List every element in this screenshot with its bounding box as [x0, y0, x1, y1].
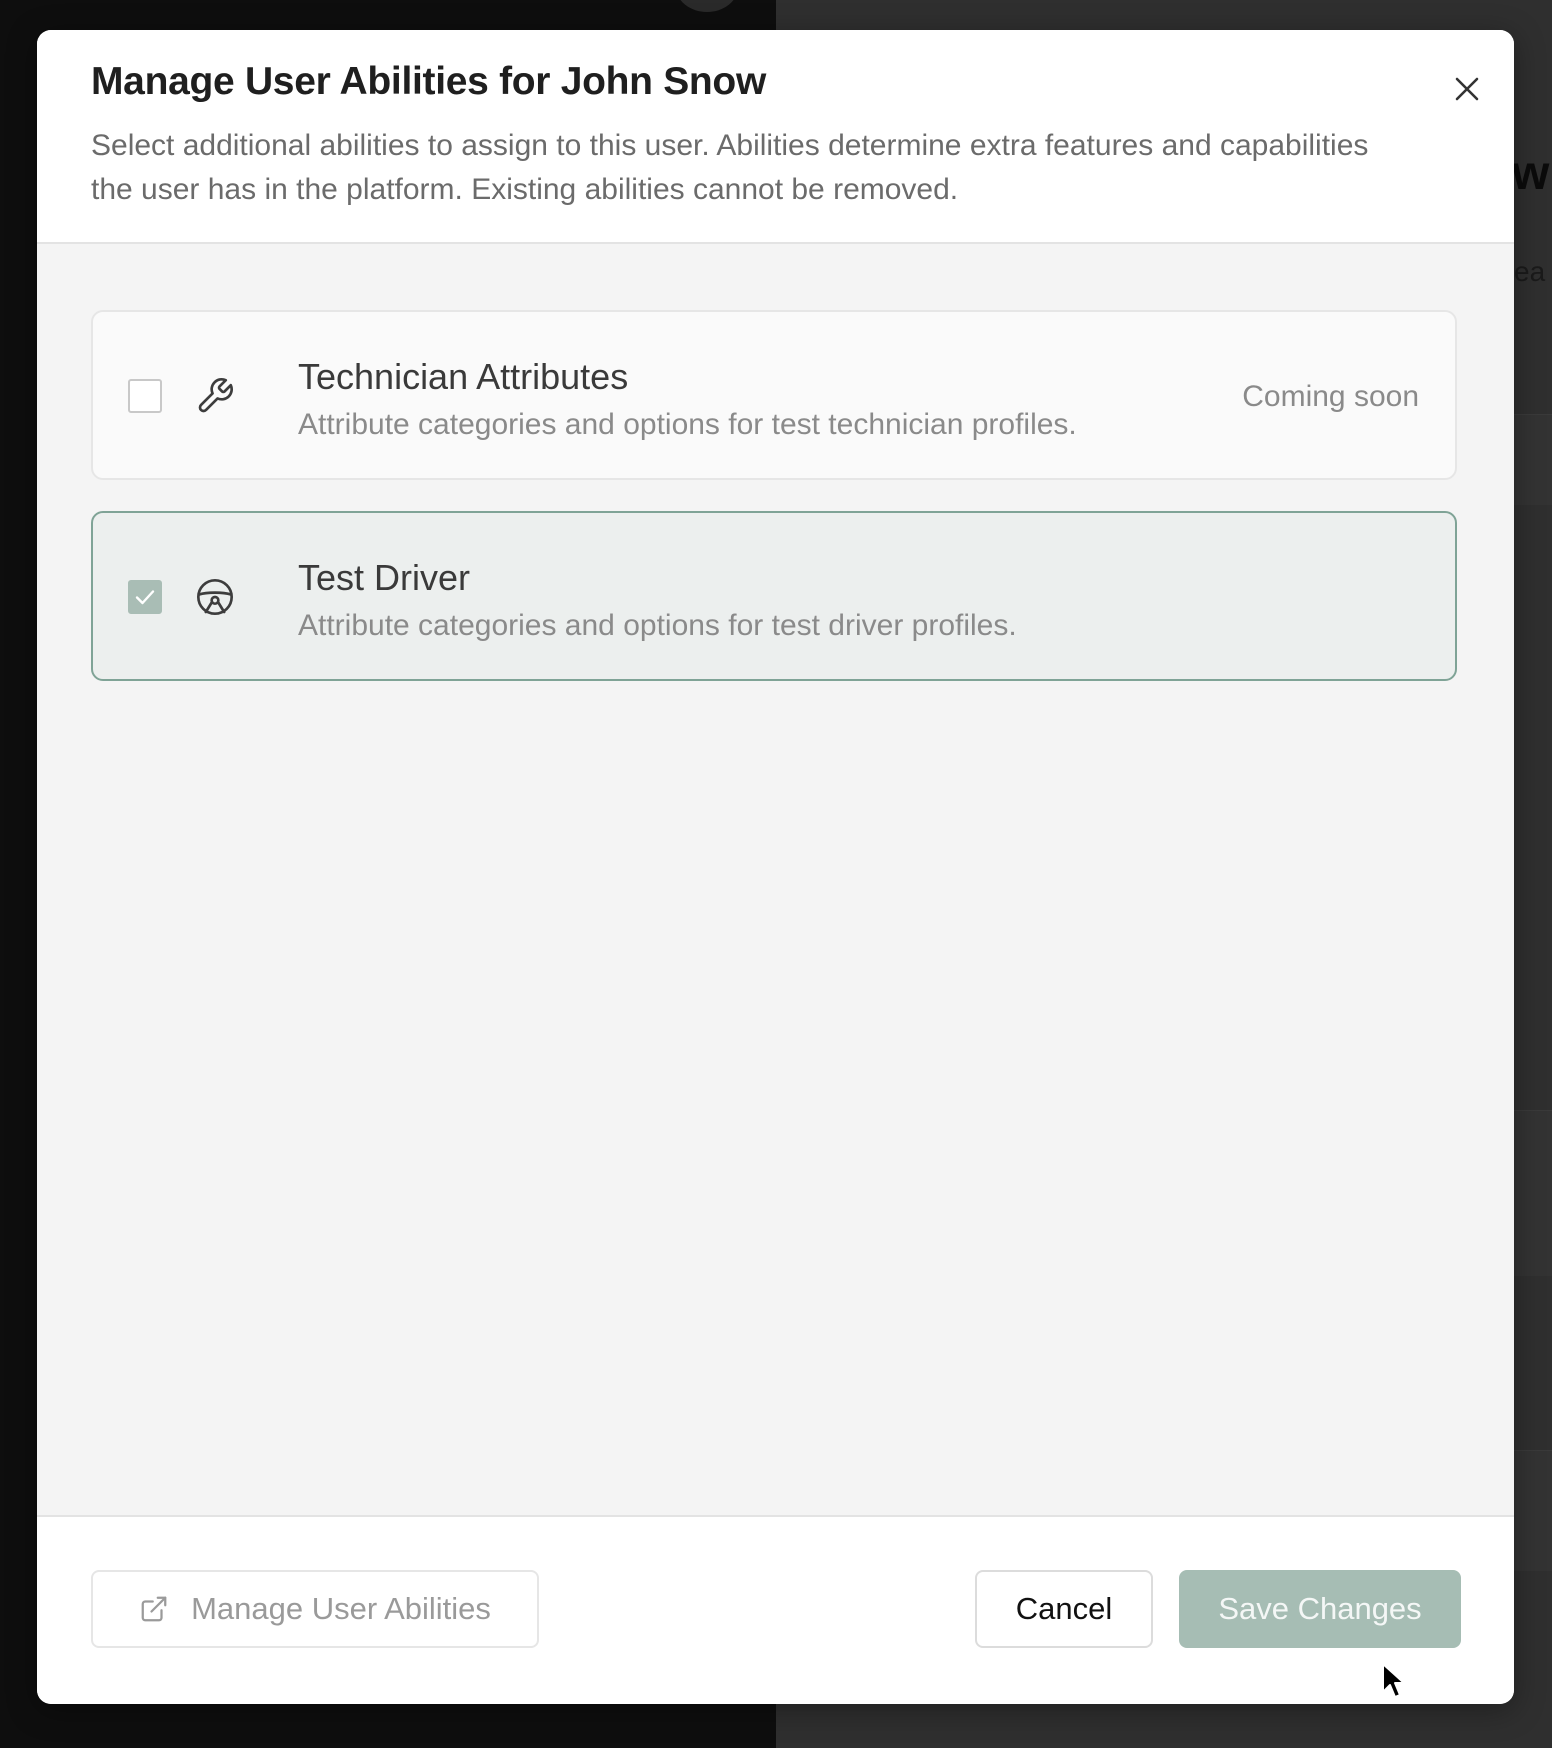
external-link-icon — [139, 1594, 169, 1624]
dialog-description: Select additional abilities to assign to… — [91, 129, 1369, 206]
manage-user-abilities-label: Manage User Abilities — [191, 1591, 491, 1626]
save-changes-button[interactable]: Save Changes — [1179, 1570, 1461, 1648]
ability-title: Test Driver — [298, 557, 471, 598]
backdrop-panel — [1512, 414, 1552, 505]
ability-description: Attribute categories and options for tes… — [298, 609, 1017, 642]
dialog-title: Manage User Abilities for John Snow — [91, 60, 766, 103]
close-button[interactable] — [1442, 64, 1492, 114]
backdrop-panel — [1512, 1450, 1552, 1571]
steering-wheel-icon — [197, 579, 233, 615]
technician-attributes-checkbox[interactable] — [128, 379, 162, 413]
mouse-cursor-icon — [1382, 1663, 1405, 1698]
abilities-list: Technician Attributes Attribute categori… — [37, 244, 1514, 1545]
coming-soon-label: Coming soon — [1242, 380, 1419, 413]
dialog-footer: Manage User Abilities Cancel Save Change… — [37, 1515, 1514, 1704]
wrench-icon — [198, 378, 233, 413]
cancel-button[interactable]: Cancel — [975, 1570, 1153, 1648]
ability-card-technician-attributes: Technician Attributes Attribute categori… — [91, 310, 1457, 480]
backdrop-panel — [1512, 1110, 1552, 1276]
dialog-header: Manage User Abilities for John Snow Sele… — [37, 30, 1514, 244]
checkmark-icon — [135, 590, 155, 605]
ability-title: Technician Attributes — [298, 356, 629, 397]
ability-description: Attribute categories and options for tes… — [298, 408, 1077, 441]
backdrop-subtext: ea — [1514, 256, 1546, 287]
ability-card-test-driver: Test Driver Attribute categories and opt… — [91, 511, 1457, 681]
backdrop-heading: w — [1512, 147, 1550, 200]
close-icon — [1455, 77, 1479, 101]
manage-user-abilities-button[interactable]: Manage User Abilities — [91, 1570, 539, 1648]
manage-abilities-dialog: Manage User Abilities for John Snow Sele… — [37, 30, 1514, 1704]
test-driver-checkbox[interactable] — [128, 580, 162, 614]
